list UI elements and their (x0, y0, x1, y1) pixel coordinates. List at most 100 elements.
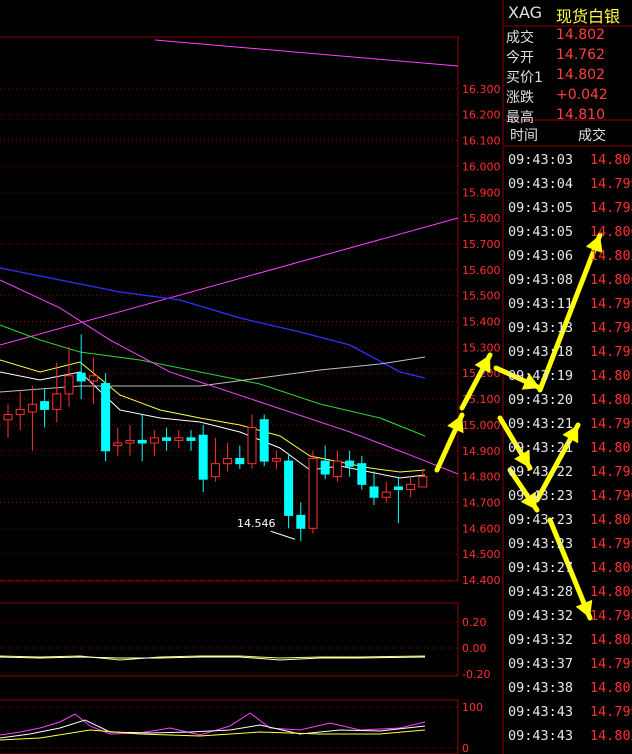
arrow (434, 412, 465, 473)
y-tick-label: 16.200 (462, 109, 501, 122)
tick-price: 14.800 (590, 224, 632, 240)
quote-value: 14.802 (556, 67, 605, 83)
tick-row: 09:43:08 14.800 (504, 268, 632, 292)
tick-time: 09:43:03 (508, 152, 574, 168)
tick-row: 09:43:27 14.800 (504, 556, 632, 580)
tick-price: 14.798 (590, 320, 632, 336)
y-tick-label: 15.800 (462, 212, 501, 225)
tick-price: 14.798 (590, 464, 632, 480)
candle-body (284, 460, 294, 516)
tick-price: 14.799 (590, 704, 632, 720)
candle-body (198, 434, 208, 480)
tick-row: 09:43:19 14.801 (504, 364, 632, 388)
tick-price: 14.798 (590, 200, 632, 216)
y-tick-label: 16.100 (462, 135, 501, 148)
ma-line-yellow (0, 359, 426, 473)
candle-body (113, 442, 123, 447)
candle-body (40, 401, 50, 410)
y-tick-label: 14.500 (462, 548, 501, 561)
tick-time: 09:43:27 (508, 560, 574, 576)
candle-body (259, 419, 269, 462)
quote-value: 14.762 (556, 47, 605, 63)
tick-price: 14.798 (590, 608, 632, 624)
candle-body (174, 437, 184, 441)
tick-row: 09:43:28 14.800 (504, 580, 632, 604)
tick-price: 14.799 (590, 344, 632, 360)
tick-row: 09:43:03 14.801 (504, 148, 632, 172)
candle-body (247, 426, 257, 465)
tick-row: 09:43:05 14.798 (504, 196, 632, 220)
candle-body (162, 437, 172, 441)
candle-body (381, 491, 391, 498)
tick-price: 14.799 (590, 416, 632, 432)
candle-body (27, 403, 37, 413)
ma-line-long (154, 39, 459, 67)
tick-time: 09:43:04 (508, 176, 574, 192)
candle-body (101, 383, 111, 452)
y-tick-label: 16.300 (462, 83, 501, 96)
quote-row: 今开 14.762 (504, 46, 632, 66)
tick-time: 09:43:05 (508, 224, 574, 240)
tick-time: 09:43:19 (508, 368, 574, 384)
y-tick-label: 0.00 (462, 642, 487, 655)
tick-row: 09:43:32 14.802 (504, 628, 632, 652)
quote-value: +0.042 (556, 87, 608, 103)
candle-body (332, 460, 342, 478)
candle-body (64, 375, 74, 395)
ma-line-white (0, 371, 426, 479)
tick-row: 09:43:06 14.802 (504, 244, 632, 268)
tick-price: 14.802 (590, 248, 632, 264)
tick-header: 时间 成交 (504, 122, 632, 146)
quote-row: 涨跌 +0.042 (504, 86, 632, 106)
candle-body (357, 463, 367, 485)
tick-row: 09:43:22 14.798 (504, 460, 632, 484)
main-grid: 16.300 16.200 16.100 16.000 15.900 15.800 15.7… (0, 83, 501, 587)
candle-body (271, 458, 281, 462)
quote-row: 成交 14.802 (504, 26, 632, 46)
tick-time: 09:43:23 (508, 536, 574, 552)
quote-label: 今开 (506, 50, 534, 66)
y-tick-label: -0.20 (462, 668, 490, 681)
candle-body (15, 408, 25, 416)
candle-body (52, 393, 62, 410)
tick-time: 09:43:13 (508, 320, 574, 336)
y-tick-label: 15.300 (462, 341, 501, 354)
tick-row: 09:43:43 14.802 (504, 724, 632, 748)
tick-time: 09:43:05 (508, 200, 574, 216)
low-annotation-line (270, 530, 295, 540)
y-tick-label: 15.000 (462, 419, 501, 432)
tick-time: 09:43:23 (508, 488, 574, 504)
candle-body (296, 514, 306, 529)
candle-body (125, 439, 135, 444)
quote-value: 14.810 (556, 107, 605, 123)
y-tick-label: 15.700 (462, 238, 501, 251)
tick-time: 09:43:37 (508, 656, 574, 672)
tick-time: 09:43:06 (508, 248, 574, 264)
quote-label: 买价1 (506, 70, 543, 86)
tick-time: 09:43:18 (508, 344, 574, 360)
candle-body (418, 476, 428, 488)
indicator1-border (0, 602, 459, 677)
tick-row: 09:43:13 14.798 (504, 316, 632, 340)
y-tick-label: 14.700 (462, 496, 501, 509)
candle-body (3, 414, 13, 421)
tick-time: 09:43:43 (508, 704, 574, 720)
candle-body (137, 439, 147, 444)
tick-price: 14.800 (590, 272, 632, 288)
y-tick-label: 14.400 (462, 574, 501, 587)
tick-price: 14.800 (590, 560, 632, 576)
tick-time: 09:43:22 (508, 464, 574, 480)
tick-row: 09:43:11 14.799 (504, 292, 632, 316)
candle-body (320, 460, 330, 475)
tick-price: 14.799 (590, 536, 632, 552)
y-tick-label: 15.400 (462, 316, 501, 329)
y-tick-label: 15.500 (462, 290, 501, 303)
candle-body (88, 375, 98, 382)
candle-body (235, 458, 245, 465)
y-tick-label: 15.900 (462, 186, 501, 199)
candle-body (76, 372, 86, 382)
tick-row: 09:43:43 14.799 (504, 700, 632, 724)
tick-row: 09:43:21 14.801 (504, 436, 632, 460)
tick-price: 14.801 (590, 152, 632, 168)
indicator2-border (0, 699, 459, 754)
